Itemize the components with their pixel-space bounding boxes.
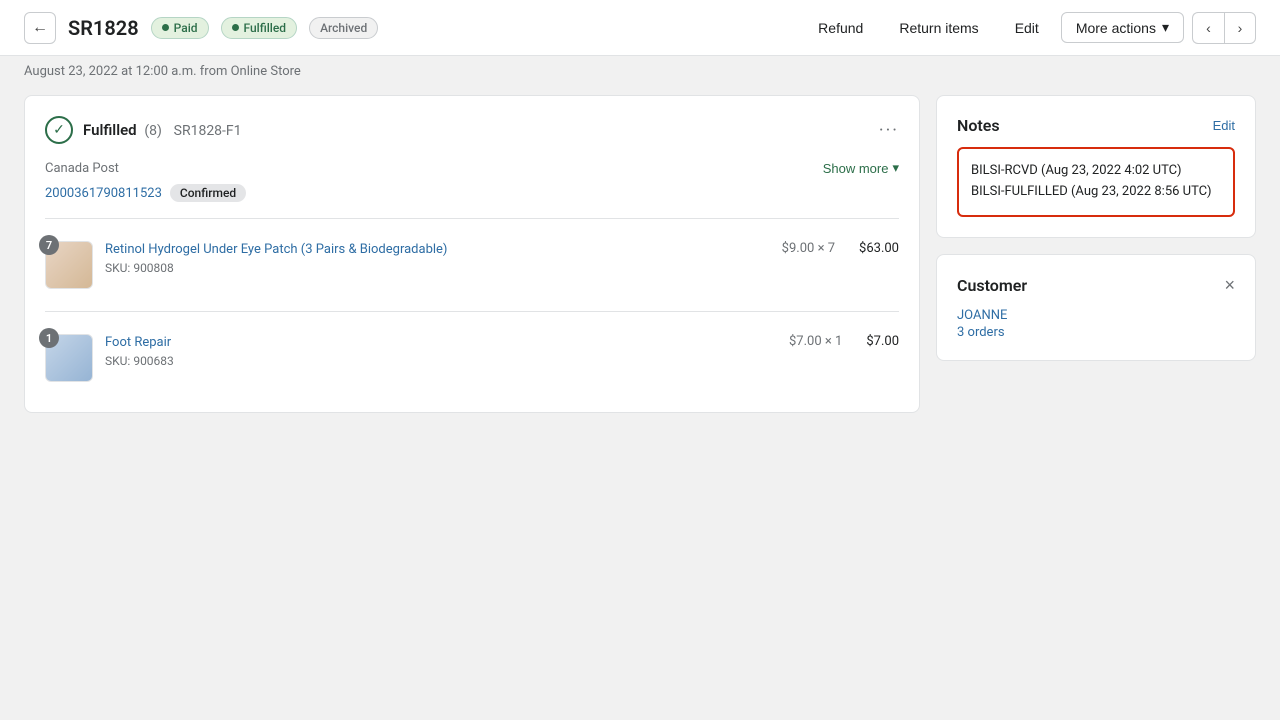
customer-card: Customer × JOANNE 3 orders (936, 254, 1256, 361)
customer-title: Customer (957, 276, 1027, 295)
fulfilled-check-icon: ✓ (45, 116, 73, 144)
paid-dot-icon (162, 24, 169, 31)
notes-line-2: BILSI-FULFILLED (Aug 23, 2022 8:56 UTC) (971, 182, 1221, 203)
main-content: ✓ Fulfilled (8) SR1828-F1 ··· Canada Pos… (0, 95, 1280, 437)
notes-card: Notes Edit BILSI-RCVD (Aug 23, 2022 4:02… (936, 95, 1256, 238)
order-id: SR1828 (68, 16, 139, 40)
paid-badge: Paid (151, 17, 209, 39)
fulfillment-card: ✓ Fulfilled (8) SR1828-F1 ··· Canada Pos… (24, 95, 920, 413)
customer-orders-link[interactable]: 3 orders (957, 325, 1235, 340)
show-more-button[interactable]: Show more ▾ (823, 160, 899, 176)
product-sku: SKU: 900808 (105, 261, 770, 275)
product-total: $7.00 (866, 334, 899, 349)
product-unit-price: $9.00 × 7 (782, 241, 835, 256)
refund-button[interactable]: Refund (804, 14, 877, 42)
top-actions: Refund Return items Edit More actions ▾ … (804, 12, 1256, 44)
notes-edit-button[interactable]: Edit (1213, 118, 1235, 133)
product-quantity-badge: 7 (39, 235, 59, 255)
top-bar: ← SR1828 Paid Fulfilled Archived Refund … (0, 0, 1280, 56)
notes-title: Notes (957, 116, 1000, 135)
fulfillment-title: Fulfilled (8) SR1828-F1 (83, 121, 242, 139)
fulfillment-header: ✓ Fulfilled (8) SR1828-F1 ··· (45, 116, 899, 144)
back-icon: ← (32, 19, 48, 37)
price-col: $7.00 × 1 $7.00 (789, 334, 899, 349)
product-quantity-badge: 1 (39, 328, 59, 348)
product-info: Foot Repair SKU: 900683 (105, 334, 777, 368)
divider (45, 218, 899, 219)
product-sku: SKU: 900683 (105, 354, 777, 368)
table-row: 1 Foot Repair SKU: 900683 $7.00 × 1 $7.0… (45, 324, 899, 392)
order-subtitle: August 23, 2022 at 12:00 a.m. from Onlin… (0, 56, 1280, 95)
fulfillment-menu-button[interactable]: ··· (879, 120, 899, 141)
table-row: 7 Retinol Hydrogel Under Eye Patch (3 Pa… (45, 231, 899, 299)
notes-header: Notes Edit (957, 116, 1235, 135)
return-items-button[interactable]: Return items (885, 14, 992, 42)
product-unit-price: $7.00 × 1 (789, 334, 842, 349)
nav-group: ‹ › (1192, 12, 1256, 44)
customer-name-link[interactable]: JOANNE (957, 308, 1235, 323)
notes-line-1: BILSI-RCVD (Aug 23, 2022 4:02 UTC) (971, 161, 1221, 182)
left-panel: ✓ Fulfilled (8) SR1828-F1 ··· Canada Pos… (24, 95, 920, 413)
archived-badge: Archived (309, 17, 378, 39)
chevron-down-icon: ▾ (892, 160, 899, 176)
notes-content: BILSI-RCVD (Aug 23, 2022 4:02 UTC) BILSI… (957, 147, 1235, 217)
tracking-number-link[interactable]: 2000361790811523 (45, 186, 162, 201)
tracking-row: 2000361790811523 Confirmed (45, 184, 899, 202)
product-image-wrap: 7 (45, 241, 93, 289)
fulfilled-badge: Fulfilled (221, 17, 298, 39)
confirmed-badge: Confirmed (170, 184, 246, 202)
back-button[interactable]: ← (24, 12, 56, 44)
divider (45, 311, 899, 312)
carrier-name: Canada Post (45, 161, 119, 176)
carrier-row: Canada Post Show more ▾ (45, 160, 899, 176)
product-name-link[interactable]: Foot Repair (105, 335, 171, 350)
product-info: Retinol Hydrogel Under Eye Patch (3 Pair… (105, 241, 770, 275)
product-image-wrap: 1 (45, 334, 93, 382)
more-actions-button[interactable]: More actions ▾ (1061, 12, 1184, 43)
prev-order-button[interactable]: ‹ (1192, 12, 1224, 44)
edit-button[interactable]: Edit (1001, 14, 1053, 42)
customer-header: Customer × (957, 275, 1235, 296)
fulfilled-dot-icon (232, 24, 239, 31)
chevron-down-icon: ▾ (1162, 19, 1169, 36)
right-panel: Notes Edit BILSI-RCVD (Aug 23, 2022 4:02… (936, 95, 1256, 413)
product-total: $63.00 (859, 241, 899, 256)
customer-close-button[interactable]: × (1224, 275, 1235, 296)
next-order-button[interactable]: › (1224, 12, 1256, 44)
price-col: $9.00 × 7 $63.00 (782, 241, 899, 256)
product-name-link[interactable]: Retinol Hydrogel Under Eye Patch (3 Pair… (105, 242, 447, 257)
